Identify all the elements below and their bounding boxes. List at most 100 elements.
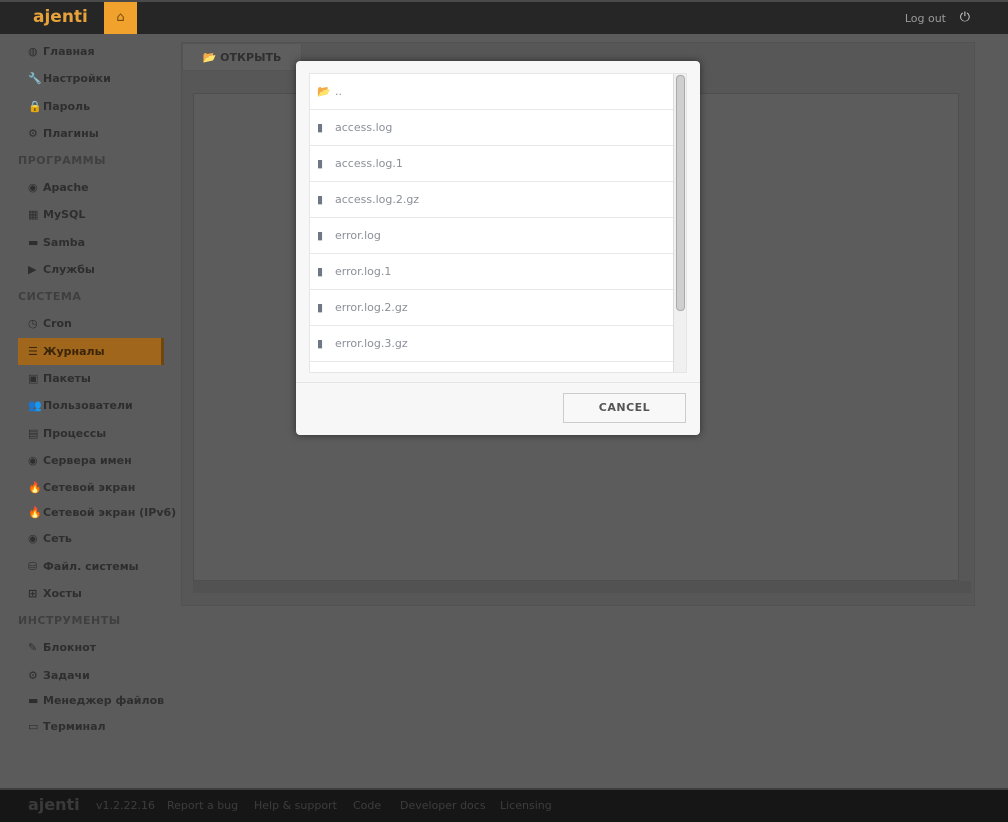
footer: ajenti v1.2.22.16 Report a bug Help & su… bbox=[0, 788, 1008, 822]
sidebar-item-label: Apache bbox=[43, 181, 89, 195]
sidebar-item-icon: 🔧 bbox=[28, 72, 42, 86]
sidebar-item-label: Пользователи bbox=[43, 399, 133, 413]
sidebar-item-label: Cron bbox=[43, 317, 72, 331]
sidebar-item[interactable]: ▶ Службы bbox=[18, 256, 164, 283]
file-list-item[interactable]: 📂.. bbox=[310, 74, 674, 110]
sidebar-item-label: Главная bbox=[43, 45, 95, 58]
sidebar-item[interactable]: ✎ Блокнот bbox=[18, 634, 164, 661]
sidebar-item-icon: ▭ bbox=[28, 719, 39, 733]
sidebar-item[interactable]: ⚙ Плагины bbox=[18, 120, 164, 147]
sidebar-item[interactable]: 🔒Пароль bbox=[18, 93, 164, 120]
sidebar-item-icon: ◷ bbox=[28, 317, 38, 331]
sidebar-item-label: Журналы bbox=[43, 344, 105, 358]
sidebar-item[interactable]: ⛁ Файл. системы bbox=[18, 553, 164, 580]
footer-logo: ajenti bbox=[28, 795, 80, 814]
sidebar-item[interactable]: ◉ Apache bbox=[18, 174, 164, 201]
file-name: access.log.2.gz bbox=[335, 193, 420, 206]
sidebar-item[interactable]: ⚙ Задачи bbox=[18, 662, 164, 689]
sidebar-item-label: Плагины bbox=[43, 126, 99, 140]
sidebar-item[interactable]: ▤ Процессы bbox=[18, 420, 164, 447]
sidebar-item[interactable]: 🔥Сетевой экран (IPv6) bbox=[18, 501, 176, 525]
sidebar-item[interactable]: ▬ Менеджер файлов bbox=[18, 689, 164, 713]
file-icon: ▮ bbox=[317, 301, 324, 314]
sidebar-item[interactable]: ◉ Сервера имен bbox=[18, 447, 164, 474]
sidebar-item-icon: ◉ bbox=[28, 181, 38, 195]
file-name: error.log bbox=[335, 229, 381, 242]
sidebar-item-icon: ✎ bbox=[28, 641, 38, 655]
file-name: access.log bbox=[335, 121, 393, 134]
file-list-item[interactable]: ▮ access.log bbox=[310, 110, 674, 146]
sidebar-item-label: Сетевой экран bbox=[43, 481, 136, 495]
sidebar-item-icon: ▬ bbox=[28, 235, 39, 249]
sidebar-item-icon: ▦ bbox=[28, 208, 39, 222]
sidebar-item[interactable]: ▭ Терминал bbox=[18, 713, 164, 740]
sidebar-item[interactable]: ◉ Сеть bbox=[18, 525, 164, 552]
horizontal-scrollbar[interactable] bbox=[193, 581, 971, 593]
sidebar-item-icon: 🔒 bbox=[28, 99, 42, 113]
sidebar-item[interactable]: ◷ Cron bbox=[18, 310, 164, 337]
file-name: error.log.2.gz bbox=[335, 301, 408, 314]
sidebar-item-icon: ◍ bbox=[28, 45, 38, 58]
sidebar-item-label: Настройки bbox=[43, 72, 111, 86]
sidebar-item-icon: ⛁ bbox=[28, 559, 38, 573]
sidebar-item-icon: ◉ bbox=[28, 453, 38, 467]
sidebar-item-icon: ▶ bbox=[28, 263, 37, 277]
sidebar-item-label: Менеджер файлов bbox=[43, 693, 165, 707]
file-list-item[interactable]: ▮ access.log.2.gz bbox=[310, 182, 674, 218]
file-list-item[interactable]: ▮ error.log.2.gz bbox=[310, 290, 674, 326]
footer-link-code[interactable]: Code bbox=[353, 799, 381, 812]
file-icon: ▮ bbox=[317, 229, 324, 242]
folder-open-icon: 📂 bbox=[202, 51, 221, 64]
file-list-item[interactable]: ▮ bbox=[310, 362, 674, 372]
home-button[interactable]: ⌂ bbox=[104, 2, 137, 34]
sidebar-item-icon: ⊞ bbox=[28, 587, 38, 601]
footer-link-dev-docs[interactable]: Developer docs bbox=[400, 799, 486, 812]
file-list-item[interactable]: ▮ access.log.1 bbox=[310, 146, 674, 182]
sidebar-item[interactable]: ☰ Журналы bbox=[18, 337, 164, 365]
logout-link[interactable]: Log out bbox=[905, 12, 946, 25]
file-name: access.log.1 bbox=[335, 157, 403, 170]
file-list-item[interactable]: ▮ error.log.3.gz bbox=[310, 326, 674, 362]
vertical-scrollbar[interactable] bbox=[673, 74, 686, 372]
file-icon: ▮ bbox=[317, 362, 335, 372]
sidebar-item[interactable]: ▣ Пакеты bbox=[18, 365, 164, 392]
footer-link-help[interactable]: Help & support bbox=[254, 799, 337, 812]
sidebar-item-icon: 🔥 bbox=[28, 481, 42, 495]
sidebar-item[interactable]: 🔥Сетевой экран bbox=[18, 474, 164, 501]
sidebar-item[interactable]: 👥Пользователи bbox=[18, 392, 164, 419]
scrollbar-thumb[interactable] bbox=[676, 75, 685, 311]
footer-link-licensing[interactable]: Licensing bbox=[500, 799, 552, 812]
file-icon: ▮ bbox=[317, 121, 324, 134]
sidebar-section-header: ПРОГРАММЫ bbox=[18, 147, 164, 174]
sidebar-item-label: MySQL bbox=[43, 208, 86, 222]
sidebar-item-label: Пакеты bbox=[43, 371, 91, 385]
sidebar-item-label: Сервера имен bbox=[43, 453, 132, 467]
sidebar-item[interactable]: ◍ Главная bbox=[18, 38, 164, 65]
file-open-dialog: 📂.. ▮ access.log ▮ access.log.1 ▮ access.log.2… bbox=[296, 61, 700, 435]
open-button[interactable]: 📂 ОТКРЫТЬ bbox=[182, 43, 302, 71]
sidebar-item-label: Сетевой экран (IPv6) bbox=[43, 506, 177, 520]
top-bar: ajenti ⌂ Log out ⏻ bbox=[0, 0, 1008, 34]
app-logo[interactable]: ajenti bbox=[33, 7, 88, 27]
file-list-item[interactable]: ▮ error.log.1 bbox=[310, 254, 674, 290]
sidebar-item-label: Блокнот bbox=[43, 641, 96, 655]
footer-link-report-bug[interactable]: Report a bug bbox=[167, 799, 238, 812]
sidebar-item-label: Службы bbox=[43, 263, 95, 277]
sidebar-item[interactable]: 🔧Настройки bbox=[18, 65, 164, 92]
folder-open-icon: 📂 bbox=[317, 85, 331, 98]
cancel-button[interactable]: CANCEL bbox=[563, 393, 686, 423]
power-icon[interactable]: ⏻ bbox=[960, 10, 970, 25]
section-label: ИНСТРУМЕНТЫ bbox=[18, 614, 121, 628]
sidebar-item-label: Хосты bbox=[43, 587, 82, 601]
open-button-label: ОТКРЫТЬ bbox=[220, 51, 282, 64]
sidebar-item-icon: 🔥 bbox=[28, 506, 42, 520]
sidebar-item[interactable]: ⊞ Хосты bbox=[18, 580, 164, 607]
sidebar-item[interactable]: ▬ Samba bbox=[18, 229, 164, 256]
dialog-footer bbox=[296, 382, 700, 383]
file-list: 📂.. ▮ access.log ▮ access.log.1 ▮ access.log.2… bbox=[309, 73, 687, 373]
file-list-item[interactable]: ▮ error.log bbox=[310, 218, 674, 254]
sidebar-item-icon: ⚙ bbox=[28, 668, 38, 682]
sidebar-item[interactable]: ▦ MySQL bbox=[18, 201, 164, 228]
file-icon: ▮ bbox=[317, 193, 324, 206]
sidebar-item-icon: ☰ bbox=[28, 344, 38, 358]
